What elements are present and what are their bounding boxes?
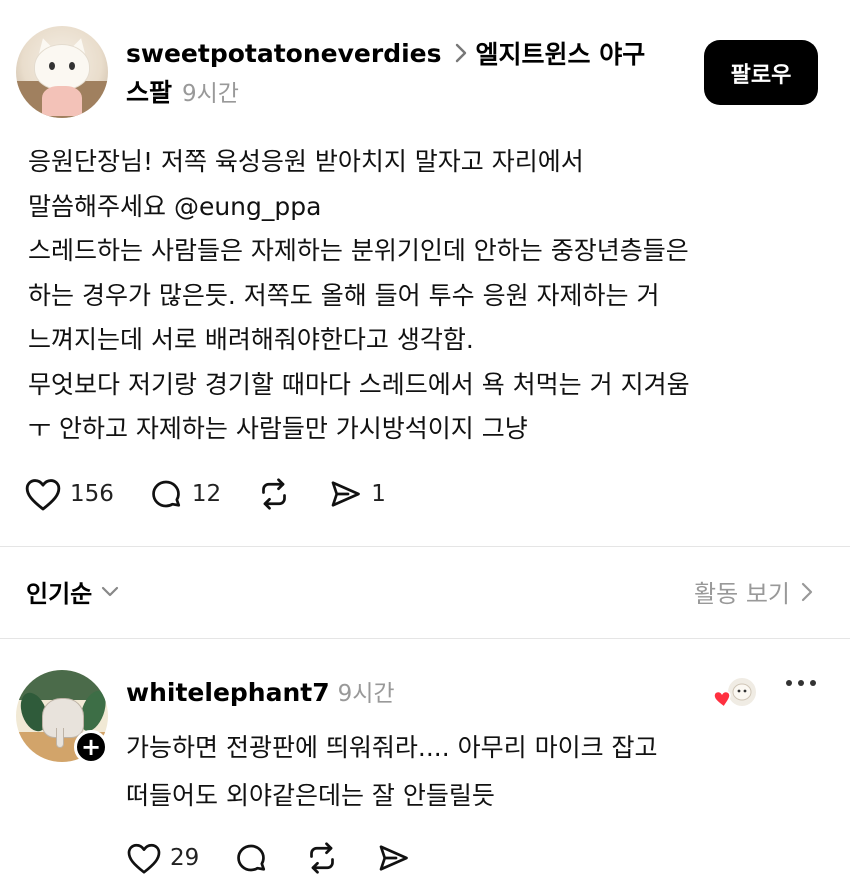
chevron-right-icon xyxy=(455,43,466,63)
comment-count: 12 xyxy=(191,481,222,507)
comment-icon xyxy=(152,480,181,508)
follow-plus-button[interactable]: + xyxy=(74,730,108,764)
reply-comment-button[interactable] xyxy=(233,840,269,876)
share-button[interactable]: 1 xyxy=(327,476,386,512)
comment-button[interactable]: 12 xyxy=(148,476,221,512)
more-options-icon[interactable] xyxy=(786,680,816,686)
post-text-line: 말씀해주세요 @eung_ppa xyxy=(28,191,322,221)
topic-tag-continued[interactable]: 스팔 xyxy=(126,73,172,109)
reply-like-count: 29 xyxy=(170,845,200,871)
reply-actions: 29 xyxy=(126,840,445,876)
post-text-line: 느껴지는데 서로 배려해줘야한다고 생각함. xyxy=(28,325,474,354)
reply-meta: whitelephant7 9시간 xyxy=(126,674,395,708)
post-text-line: 무엇보다 저기랑 경기할 때마다 스레드에서 욕 처먹는 거 지겨움 xyxy=(28,369,690,399)
chevron-down-icon xyxy=(102,586,119,596)
view-activity-label: 활동 보기 xyxy=(694,580,790,608)
author-avatar[interactable] xyxy=(16,26,108,118)
divider xyxy=(0,638,850,639)
reply-share-button[interactable] xyxy=(375,840,411,876)
like-count: 156 xyxy=(70,481,114,507)
author-username[interactable]: sweetpotatoneverdies xyxy=(126,39,442,68)
sort-dropdown[interactable]: 인기순 xyxy=(26,574,120,609)
heart-icon xyxy=(25,479,61,511)
topic-tag[interactable]: 엘지트윈스 야구 xyxy=(476,35,646,71)
thread-view: sweetpotatoneverdies 엘지트윈스 야구 스팔 9시간 팔로우… xyxy=(0,0,850,890)
reply-text-line: 가능하면 전광판에 띄워줘라.... 아무리 마이크 잡고 xyxy=(126,733,658,762)
post-meta: sweetpotatoneverdies 엘지트윈스 야구 스팔 9시간 xyxy=(126,33,686,111)
send-icon xyxy=(331,481,361,507)
post-text-line: 스레드하는 사람들은 자제하는 분위기인데 안하는 중장년층들은 xyxy=(28,236,689,265)
sort-label: 인기순 xyxy=(26,580,93,608)
reply-timestamp: 9시간 xyxy=(337,681,395,707)
post-text-line: ㅜ 안하고 자제하는 사람들만 가시방석이지 그냥 xyxy=(28,414,528,443)
post-text-line: 하는 경우가 많은듯. 저쪽도 올해 들어 투수 응원 자제하는 거 xyxy=(28,280,660,310)
reply-text: 가능하면 전광판에 띄워줘라.... 아무리 마이크 잡고 떠들어도 외야같은데… xyxy=(126,724,658,820)
share-count: 1 xyxy=(371,481,386,507)
view-activity-link[interactable]: 활동 보기 xyxy=(694,574,816,609)
reply-text-line: 떠들어도 외야같은데는 잘 안들릴듯 xyxy=(126,781,495,810)
post-text: 응원단장님! 저쪽 육성응원 받아치지 말자고 자리에서 말씀해주세요 @eun… xyxy=(28,140,828,452)
reply-repost-button[interactable] xyxy=(303,840,341,876)
post-text-line: 응원단장님! 저쪽 육성응원 받아치지 말자고 자리에서 xyxy=(28,147,584,176)
repost-icon xyxy=(262,478,287,510)
reply-username[interactable]: whitelephant7 xyxy=(126,678,330,707)
like-button[interactable]: 156 xyxy=(24,476,114,512)
divider xyxy=(0,546,850,547)
heart-icon xyxy=(127,843,161,874)
repost-button[interactable] xyxy=(255,476,293,512)
post-actions: 156 12 1 xyxy=(24,476,420,512)
repost-icon xyxy=(310,842,335,874)
author-liked-badge-icon xyxy=(713,676,758,709)
comment-icon xyxy=(237,844,266,872)
reply-like-button[interactable]: 29 xyxy=(126,841,199,875)
chevron-right-icon xyxy=(801,582,813,601)
send-icon xyxy=(379,845,409,871)
follow-button[interactable]: 팔로우 xyxy=(704,40,818,105)
post-timestamp: 9시간 xyxy=(182,81,239,107)
